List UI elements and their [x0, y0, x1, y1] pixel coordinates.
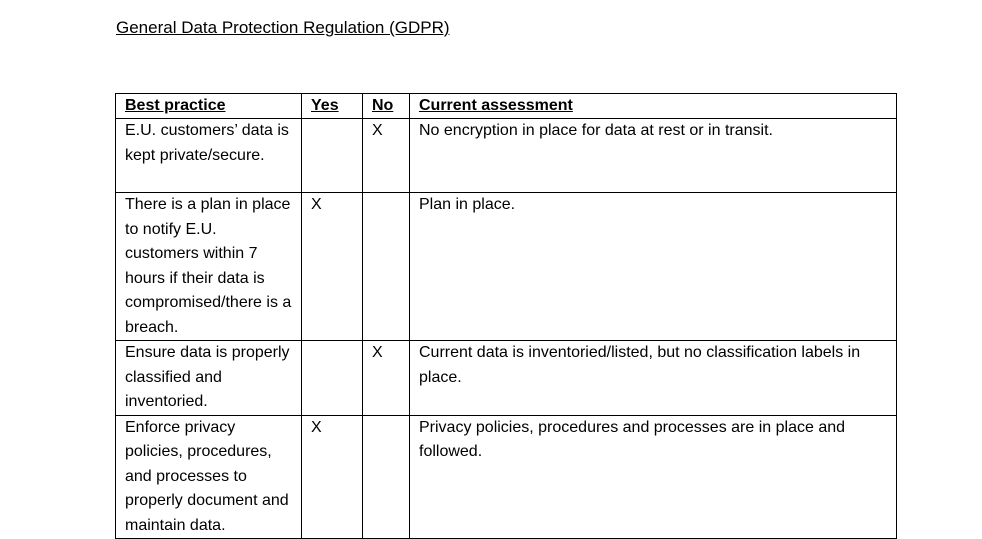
yes-cell	[301, 118, 363, 193]
table-row: There is a plan in place to notify E.U. …	[115, 192, 897, 341]
no-cell: X	[362, 118, 410, 193]
table-header-row: Best practice Yes No Current assessment	[115, 93, 897, 119]
table-row: Ensure data is properly classified and i…	[115, 340, 897, 416]
current-assessment-cell: No encryption in place for data at rest …	[409, 118, 897, 193]
yes-cell: X	[301, 192, 363, 341]
best-practice-cell: There is a plan in place to notify E.U. …	[115, 192, 302, 341]
gdpr-assessment-table: Best practice Yes No Current assessment …	[115, 93, 897, 539]
best-practice-cell: E.U. customers’ data is kept private/sec…	[115, 118, 302, 193]
document-title: General Data Protection Regulation (GDPR…	[116, 18, 450, 37]
table-row: Enforce privacy policies, procedures, an…	[115, 414, 897, 539]
best-practice-cell: Enforce privacy policies, procedures, an…	[115, 414, 302, 539]
header-best-practice: Best practice	[115, 93, 302, 119]
current-assessment-cell: Privacy policies, procedures and process…	[409, 414, 897, 539]
header-yes: Yes	[301, 93, 363, 119]
current-assessment-cell: Plan in place.	[409, 192, 897, 341]
table-row: E.U. customers’ data is kept private/sec…	[115, 118, 897, 193]
no-cell	[362, 192, 410, 341]
header-current-assessment: Current assessment	[409, 93, 897, 119]
no-cell: X	[362, 340, 410, 416]
header-no: No	[362, 93, 410, 119]
current-assessment-cell: Current data is inventoried/listed, but …	[409, 340, 897, 416]
no-cell	[362, 414, 410, 539]
best-practice-cell: Ensure data is properly classified and i…	[115, 340, 302, 416]
yes-cell: X	[301, 414, 363, 539]
yes-cell	[301, 340, 363, 416]
